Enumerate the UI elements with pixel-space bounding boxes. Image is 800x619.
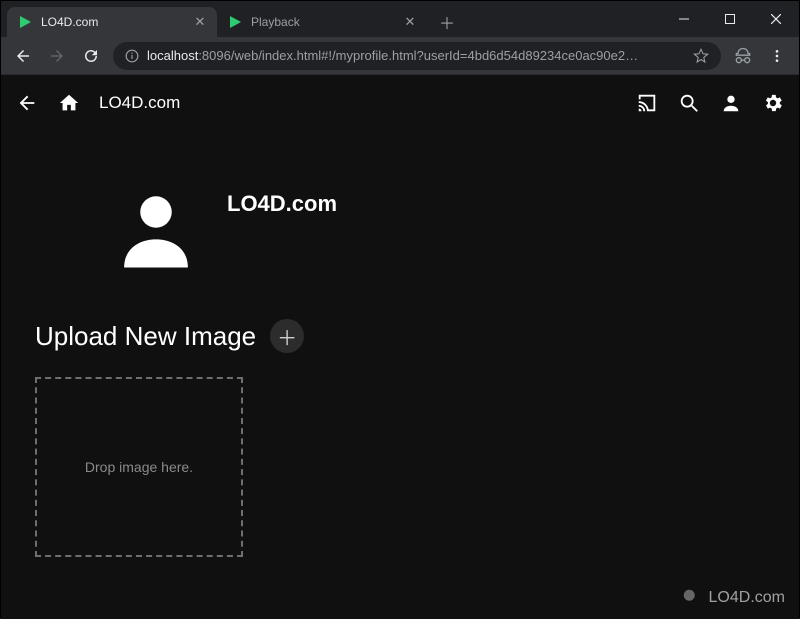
url-text: localhost:8096/web/index.html#!/myprofil… — [147, 48, 685, 63]
watermark-text: LO4D.com — [709, 589, 785, 607]
gear-icon[interactable] — [761, 91, 785, 115]
minimize-button[interactable] — [661, 1, 707, 37]
app-back-button[interactable] — [15, 91, 39, 115]
new-tab-button[interactable]: ＋ — [433, 8, 461, 36]
image-dropzone[interactable]: Drop image here. — [35, 377, 243, 557]
user-icon[interactable] — [719, 91, 743, 115]
tab-label: Playback — [251, 15, 395, 29]
tab-strip: LO4D.com ✕ Playback ✕ ＋ — [1, 1, 661, 37]
browser-tab-active[interactable]: LO4D.com ✕ — [7, 7, 217, 37]
maximize-button[interactable] — [707, 1, 753, 37]
site-info-icon[interactable] — [125, 49, 139, 63]
upload-title: Upload New Image — [35, 321, 256, 352]
watermark: LO4D.com — [681, 587, 785, 609]
forward-button[interactable] — [45, 44, 69, 68]
browser-toolbar: localhost:8096/web/index.html#!/myprofil… — [1, 37, 799, 75]
menu-button[interactable] — [765, 44, 789, 68]
back-button[interactable] — [11, 44, 35, 68]
address-bar[interactable]: localhost:8096/web/index.html#!/myprofil… — [113, 42, 721, 70]
url-port: :8096 — [198, 48, 231, 63]
dropzone-label: Drop image here. — [85, 459, 193, 475]
search-icon[interactable] — [677, 91, 701, 115]
profile-name: LO4D.com — [227, 191, 337, 217]
url-host: localhost — [147, 48, 198, 63]
add-image-button[interactable]: ＋ — [270, 319, 304, 353]
page-title: LO4D.com — [99, 93, 180, 113]
avatar — [111, 185, 201, 275]
reload-button[interactable] — [79, 44, 103, 68]
app-content: LO4D.com LO4D.com Upload New Image ＋ Dro… — [1, 75, 799, 619]
bookmark-star-icon[interactable] — [693, 48, 709, 64]
window-controls — [661, 1, 799, 37]
play-icon — [17, 14, 33, 30]
upload-header: Upload New Image ＋ — [1, 319, 799, 353]
play-icon — [227, 14, 243, 30]
browser-tab[interactable]: Playback ✕ — [217, 7, 427, 37]
window-titlebar: LO4D.com ✕ Playback ✕ ＋ — [1, 1, 799, 37]
url-path: /web/index.html#!/myprofile.html?userId=… — [231, 48, 638, 63]
home-button[interactable] — [57, 91, 81, 115]
close-icon[interactable]: ✕ — [403, 15, 417, 29]
app-header: LO4D.com — [1, 75, 799, 131]
incognito-icon[interactable] — [731, 44, 755, 68]
cast-icon[interactable] — [635, 91, 659, 115]
close-window-button[interactable] — [753, 1, 799, 37]
tab-label: LO4D.com — [41, 15, 185, 29]
profile-section: LO4D.com — [1, 131, 799, 319]
close-icon[interactable]: ✕ — [193, 15, 207, 29]
